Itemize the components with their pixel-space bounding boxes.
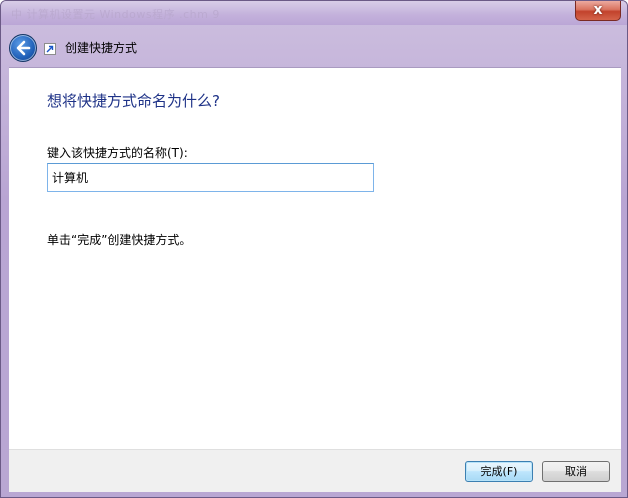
title-bar[interactable]: 中 计算机设置元 Windows程序 .chm 9 x	[1, 1, 627, 25]
finish-hint: 单击“完成”创建快捷方式。	[47, 233, 192, 247]
back-arrow-icon	[16, 40, 31, 56]
shortcut-name-input[interactable]	[47, 163, 374, 192]
shortcut-arrow-icon	[44, 43, 56, 55]
close-button[interactable]: x	[575, 1, 621, 21]
window-title-ghost: 中 计算机设置元 Windows程序 .chm 9	[11, 8, 220, 21]
wizard-navbar: 创建快捷方式	[1, 25, 627, 67]
finish-button[interactable]: 完成(F)	[465, 461, 533, 482]
close-icon: x	[593, 2, 603, 18]
cancel-button[interactable]: 取消	[542, 461, 610, 482]
create-shortcut-window: 中 计算机设置元 Windows程序 .chm 9 x 创建快捷方式 想将快捷方…	[0, 0, 628, 498]
wizard-footer: 完成(F) 取消	[9, 449, 621, 492]
page-heading: 想将快捷方式命名为什么?	[47, 92, 220, 110]
wizard-title: 创建快捷方式	[65, 41, 138, 55]
wizard-content: 想将快捷方式命名为什么? 键入该快捷方式的名称(T): 单击“完成”创建快捷方式…	[9, 67, 621, 450]
shortcut-name-label: 键入该快捷方式的名称(T):	[47, 146, 188, 160]
back-button[interactable]	[9, 34, 37, 62]
